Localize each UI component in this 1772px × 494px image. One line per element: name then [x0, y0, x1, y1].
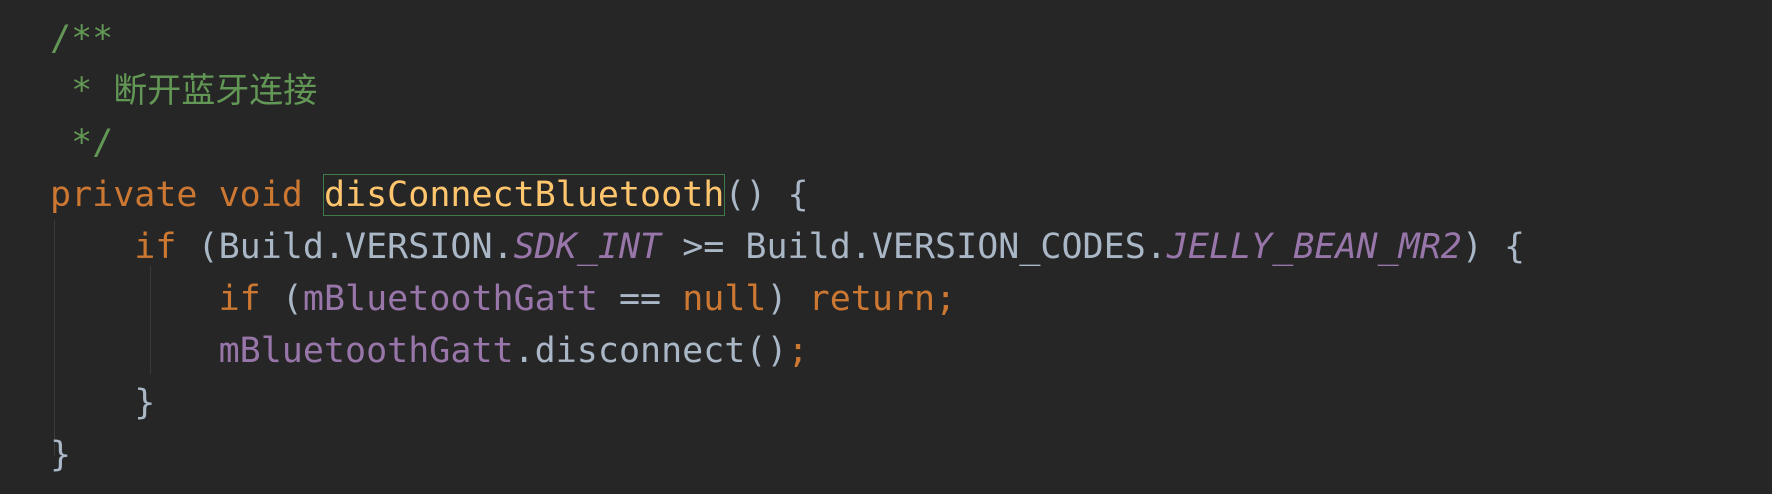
code-line-6: if (mBluetoothGatt == null) return; [50, 273, 957, 325]
constant-sdk-int: SDK_INT [513, 227, 662, 267]
code-line-5: if (Build.VERSION.SDK_INT >= Build.VERSI… [50, 221, 1525, 273]
constant-jelly-bean-mr2: JELLY_BEAN_MR2 [1166, 227, 1462, 267]
semicolon: ; [935, 279, 957, 319]
code-text: >= Build.VERSION_CODES. [661, 227, 1167, 267]
code-line-3: */ [50, 117, 113, 169]
code-text: ( [260, 279, 303, 319]
keyword-void: void [218, 175, 303, 215]
code-line-4: private void disConnectBluetooth() { [50, 169, 809, 221]
keyword-null: null [682, 279, 767, 319]
semicolon: ; [787, 331, 809, 371]
closing-brace: } [50, 435, 72, 475]
closing-brace: } [134, 383, 156, 423]
code-text: (Build.VERSION. [176, 227, 514, 267]
code-text: == [597, 279, 683, 319]
field-mbluetoothgatt: mBluetoothGatt [218, 331, 514, 371]
code-text: ) [766, 279, 809, 319]
method-name-highlighted[interactable]: disConnectBluetooth [322, 174, 726, 216]
comment-star: * [50, 71, 114, 111]
keyword-return: return [808, 279, 936, 319]
keyword-private: private [50, 175, 198, 215]
code-line-9: } [50, 429, 71, 481]
code-text: ) { [1461, 227, 1526, 267]
code-editor[interactable]: /** * 断开蓝牙连接 */ private void disConnectB… [0, 0, 1772, 494]
comment-text: 断开蓝牙连接 [113, 71, 318, 111]
comment-close: */ [50, 123, 114, 163]
keyword-if: if [134, 227, 177, 267]
keyword-if: if [218, 279, 261, 319]
comment-open: /** [50, 19, 114, 59]
method-call-disconnect: .disconnect() [513, 331, 788, 371]
code-line-7: mBluetoothGatt.disconnect(); [50, 325, 809, 377]
field-mbluetoothgatt: mBluetoothGatt [302, 279, 598, 319]
code-line-2: * 断开蓝牙连接 [50, 65, 317, 117]
code-line-1: /** [50, 13, 113, 65]
code-line-8: } [50, 377, 155, 429]
method-signature-rest: () { [724, 175, 809, 215]
